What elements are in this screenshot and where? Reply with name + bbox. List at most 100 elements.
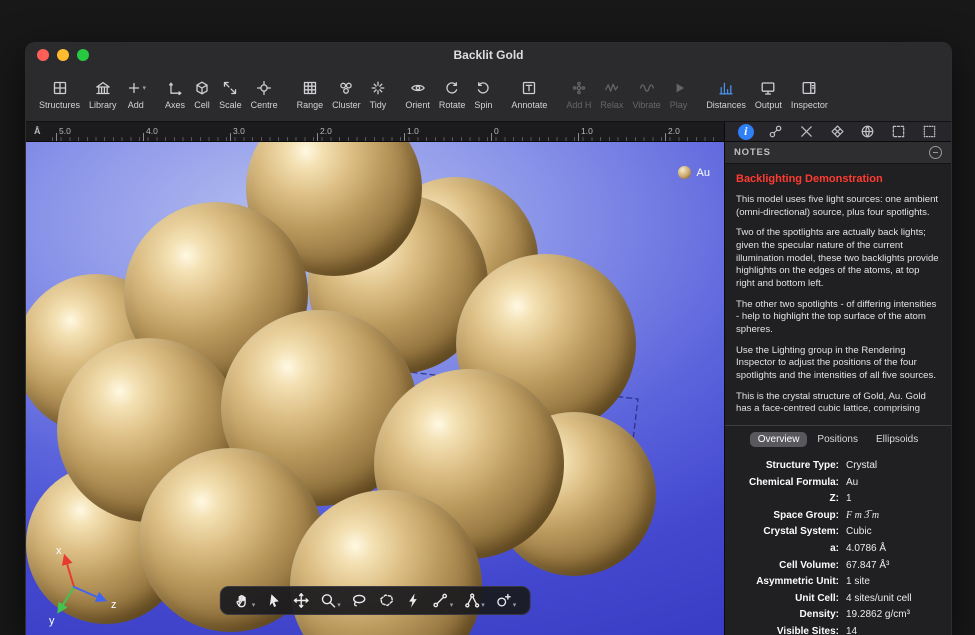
autobond-tool[interactable] xyxy=(405,592,422,609)
ruler-tick xyxy=(143,133,144,141)
toolbar-add[interactable]: ▾Add xyxy=(122,78,151,111)
toolbar-item-label: Orient xyxy=(405,100,430,110)
spin-icon xyxy=(475,79,491,97)
zoom-tool[interactable]: ▾ xyxy=(319,592,341,609)
toolbar-inspector[interactable]: Inspector xyxy=(787,78,832,111)
distance-measure-tool[interactable]: ▾ xyxy=(432,592,454,609)
polygon-lasso-tool[interactable] xyxy=(378,592,395,609)
pan-tool[interactable]: ▾ xyxy=(234,592,256,609)
x-axis-label: x xyxy=(56,545,62,557)
toolbar-structures[interactable]: Structures xyxy=(35,78,84,111)
toolbar-orient[interactable]: Orient xyxy=(401,78,434,111)
toolbar-rotate[interactable]: Rotate xyxy=(435,78,470,111)
minimize-button[interactable] xyxy=(57,49,69,61)
property-row: Space Group:F m 3̅ m xyxy=(725,508,951,525)
selection-inspector-tab[interactable] xyxy=(890,123,908,141)
translate-tool[interactable] xyxy=(292,592,309,609)
structure-properties: Structure Type:CrystalChemical Formula:A… xyxy=(725,451,951,635)
y-axis-arrow xyxy=(59,587,74,611)
ruler-tick-label: 3.0 xyxy=(233,126,245,136)
toolbar-item-label: Vibrate xyxy=(632,100,660,110)
notes-paragraph: This is the crystal structure of Gold, A… xyxy=(736,391,940,416)
ruler-tick xyxy=(491,133,492,141)
property-row: Visible Sites:14 xyxy=(725,624,951,635)
toolbar-relax: Relax xyxy=(596,78,627,111)
toolbar-vibrate: Vibrate xyxy=(628,78,664,111)
property-row: Asymmetric Unit:1 site xyxy=(725,574,951,591)
toolbar-item-label: Library xyxy=(89,100,117,110)
lasso-tool[interactable] xyxy=(351,592,368,609)
notes-paragraphs: This model uses five light sources: one … xyxy=(736,194,940,416)
model-view[interactable]: Au x y z ▾▾▾▾▾ xyxy=(26,142,724,635)
toolbar-item-label: Cluster xyxy=(332,100,361,110)
axes-icon xyxy=(167,79,183,97)
toolbar-tidy[interactable]: Tidy xyxy=(366,78,391,111)
orientation-axes: x y z xyxy=(40,541,124,629)
toolbar-range[interactable]: Range xyxy=(293,78,328,111)
toolbar-distances[interactable]: Distances xyxy=(702,78,750,111)
ruler-tick xyxy=(56,133,57,141)
toolbar-cluster[interactable]: Cluster xyxy=(328,78,365,111)
tools-inspector-tab[interactable] xyxy=(797,123,815,141)
toolbar-cell[interactable]: Cell xyxy=(190,78,214,111)
property-value: 19.2862 g/cm³ xyxy=(846,607,910,624)
property-row: Density:19.2862 g/cm³ xyxy=(725,607,951,624)
toolbar-item-label: Rotate xyxy=(439,100,466,110)
chevron-down-icon: ▾ xyxy=(337,601,341,609)
x-axis-arrow xyxy=(65,557,74,587)
toolbar-spin[interactable]: Spin xyxy=(470,78,496,111)
notes-paragraph: Two of the spotlights are actually back … xyxy=(736,227,940,290)
property-label: Cell Volume: xyxy=(725,558,846,575)
relax-icon xyxy=(604,79,620,97)
select-tool[interactable] xyxy=(265,592,282,609)
notes-paragraph: The other two spotlights - of differing … xyxy=(736,299,940,337)
property-row: Z:1 xyxy=(725,491,951,508)
play-icon xyxy=(671,79,687,97)
marquee-inspector-tab[interactable] xyxy=(920,123,938,141)
ruler-tick-label: 4.0 xyxy=(146,126,158,136)
scale-icon xyxy=(222,79,238,97)
bonds-inspector-tab[interactable] xyxy=(767,123,785,141)
library-icon xyxy=(95,79,111,97)
render-inspector-tab[interactable] xyxy=(859,123,877,141)
property-label: Z: xyxy=(725,491,846,508)
info-inspector-tab[interactable]: i xyxy=(738,124,754,140)
view-toolbar: ▾ ▾ ▾ ▾ ▾ xyxy=(220,586,531,615)
toolbar-library[interactable]: Library xyxy=(85,78,121,111)
property-label: Density: xyxy=(725,607,846,624)
add-atom-tool[interactable]: ▾ xyxy=(495,592,517,609)
collapse-notes-button[interactable] xyxy=(929,146,942,159)
property-label: Unit Cell: xyxy=(725,591,846,608)
property-value: 4 sites/unit cell xyxy=(846,591,912,608)
inspector-icon xyxy=(801,79,817,97)
atoms-layer xyxy=(26,142,724,635)
toolbar-item-label: Relax xyxy=(600,100,623,110)
notes-panel[interactable]: Backlighting Demonstration This model us… xyxy=(725,164,951,426)
property-row: Crystal System:Cubic xyxy=(725,524,951,541)
lattice-inspector-tab[interactable] xyxy=(828,123,846,141)
toolbar-scale[interactable]: Scale xyxy=(215,78,246,111)
property-value: 67.847 Å³ xyxy=(846,558,889,575)
ruler-tick-label: 1.0 xyxy=(581,126,593,136)
toolbar-annotate[interactable]: Annotate xyxy=(507,78,551,111)
tab-ellipsoids[interactable]: Ellipsoids xyxy=(868,432,926,447)
toolbar-item-label: Add H xyxy=(566,100,591,110)
ruler-tick xyxy=(665,133,666,141)
main-toolbar: Structures Library ▾Add AxesCell Scale Centre… xyxy=(26,67,951,122)
tab-overview[interactable]: Overview xyxy=(750,432,808,447)
notes-panel-title: NOTES xyxy=(734,147,771,158)
maximize-button[interactable] xyxy=(77,49,89,61)
inspector-tab-strip: i xyxy=(724,122,951,142)
toolbar-item-label: Tidy xyxy=(370,100,387,110)
tab-positions[interactable]: Positions xyxy=(809,432,866,447)
property-value: F m 3̅ m xyxy=(846,508,879,525)
toolbar-axes[interactable]: Axes xyxy=(161,78,189,111)
angle-measure-tool[interactable]: ▾ xyxy=(463,592,485,609)
toolbar-output[interactable]: Output xyxy=(751,78,786,111)
ruler-tick-label: 5.0 xyxy=(59,126,71,136)
chevron-down-icon: ▾ xyxy=(513,601,517,609)
close-button[interactable] xyxy=(37,49,49,61)
toolbar-centre[interactable]: Centre xyxy=(247,78,282,111)
toolbar-item-label: Scale xyxy=(219,100,242,110)
toolbar-item-label: Annotate xyxy=(511,100,547,110)
